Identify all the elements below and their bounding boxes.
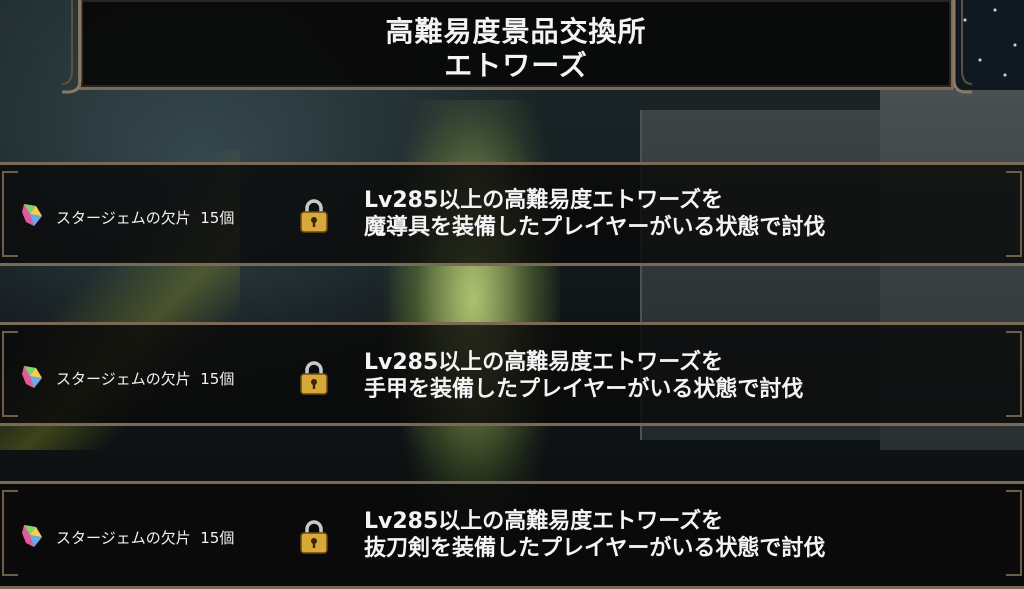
reward-quantity: 15個 [200, 370, 235, 388]
row-right-frame [1006, 490, 1022, 576]
row-right-frame [1006, 171, 1022, 257]
row-left-frame [2, 171, 18, 257]
condition-line-1: Lv285以上の高難易度エトワーズを [364, 350, 724, 375]
condition-line-1: Lv285以上の高難易度エトワーズを [364, 188, 724, 213]
condition-line-2: 手甲を装備したプレイヤーがいる状態で討伐 [364, 377, 804, 402]
shop-subtitle: エトワーズ [444, 49, 588, 82]
star-gem-shard-icon [22, 525, 42, 547]
reward-row[interactable]: スタージェムの欠片 15個 Lv285以上の高難易度エトワーズを 魔導具を装備し… [0, 162, 1024, 266]
header-left-ornament-icon [61, 0, 82, 94]
reward-item-label: スタージェムの欠片 15個 [56, 529, 235, 547]
condition-line-2: 抜刀剣を装備したプレイヤーがいる状態で討伐 [364, 536, 826, 561]
condition-line-2: 魔導具を装備したプレイヤーがいる状態で討伐 [364, 215, 826, 240]
condition-line-1: Lv285以上の高難易度エトワーズを [364, 509, 724, 534]
lock-icon [300, 520, 328, 554]
row-left-frame [2, 331, 18, 417]
reward-quantity: 15個 [200, 529, 235, 547]
reward-row[interactable]: スタージェムの欠片 15個 Lv285以上の高難易度エトワーズを 手甲を装備した… [0, 322, 1024, 426]
row-right-frame [1006, 331, 1022, 417]
star-gem-shard-icon [22, 204, 42, 226]
reward-row[interactable]: スタージェムの欠片 15個 Lv285以上の高難易度エトワーズを 抜刀剣を装備し… [0, 481, 1024, 589]
reward-quantity: 15個 [200, 209, 235, 227]
row-left-frame [2, 490, 18, 576]
shop-header: 高難易度景品交換所 エトワーズ [78, 0, 954, 90]
lock-icon [300, 361, 328, 395]
reward-item-label: スタージェムの欠片 15個 [56, 370, 235, 388]
lock-icon [300, 199, 328, 233]
reward-item-label: スタージェムの欠片 15個 [56, 209, 235, 227]
header-right-ornament-icon [952, 0, 973, 94]
star-gem-shard-icon [22, 366, 42, 388]
